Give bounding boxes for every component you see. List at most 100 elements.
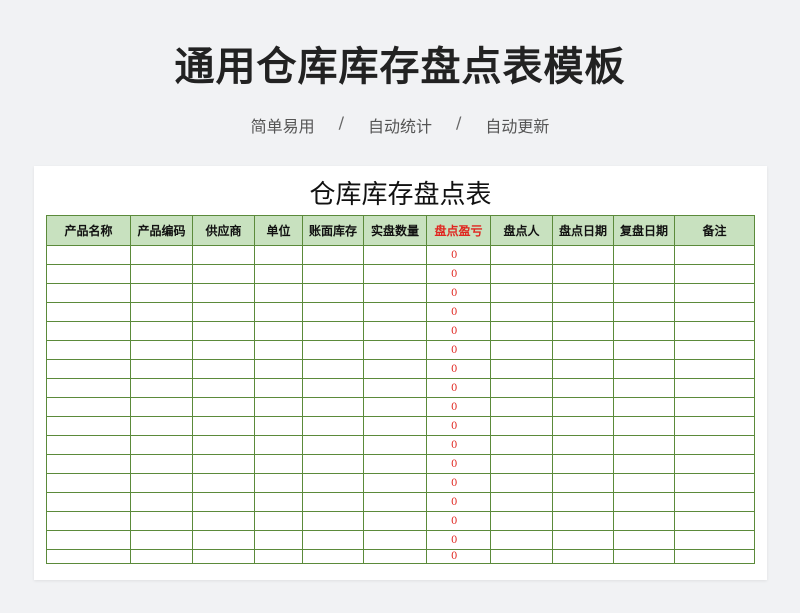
table-cell[interactable] [674, 416, 755, 436]
table-cell[interactable] [130, 397, 193, 417]
profit-loss-cell[interactable]: 0 [426, 397, 491, 417]
table-cell[interactable] [302, 283, 364, 303]
table-cell[interactable] [674, 245, 755, 265]
table-cell[interactable] [674, 492, 755, 512]
table-cell[interactable] [130, 302, 193, 322]
table-cell[interactable] [254, 359, 303, 379]
table-cell[interactable] [490, 530, 553, 550]
table-cell[interactable] [363, 435, 427, 455]
table-cell[interactable] [613, 321, 675, 341]
table-cell[interactable] [302, 435, 364, 455]
table-cell[interactable] [552, 435, 614, 455]
table-cell[interactable] [552, 321, 614, 341]
table-cell[interactable] [613, 378, 675, 398]
table-cell[interactable] [254, 321, 303, 341]
table-cell[interactable] [552, 359, 614, 379]
table-cell[interactable] [254, 397, 303, 417]
table-cell[interactable] [674, 264, 755, 284]
table-cell[interactable] [552, 378, 614, 398]
table-cell[interactable] [130, 264, 193, 284]
table-cell[interactable] [613, 359, 675, 379]
table-cell[interactable] [613, 245, 675, 265]
profit-loss-cell[interactable]: 0 [426, 454, 491, 474]
table-cell[interactable] [254, 454, 303, 474]
table-cell[interactable] [302, 511, 364, 531]
table-cell[interactable] [363, 321, 427, 341]
table-cell[interactable] [46, 435, 131, 455]
table-cell[interactable] [130, 340, 193, 360]
table-cell[interactable] [192, 359, 255, 379]
table-cell[interactable] [363, 302, 427, 322]
table-cell[interactable] [552, 511, 614, 531]
table-cell[interactable] [613, 435, 675, 455]
profit-loss-cell[interactable]: 0 [426, 435, 491, 455]
table-cell[interactable] [302, 264, 364, 284]
table-cell[interactable] [490, 397, 553, 417]
table-cell[interactable] [552, 302, 614, 322]
table-cell[interactable] [552, 340, 614, 360]
table-cell[interactable] [302, 416, 364, 436]
table-cell[interactable] [46, 359, 131, 379]
profit-loss-cell[interactable]: 0 [426, 245, 491, 265]
profit-loss-cell[interactable]: 0 [426, 264, 491, 284]
table-cell[interactable] [192, 549, 255, 564]
table-cell[interactable] [490, 511, 553, 531]
table-cell[interactable] [192, 397, 255, 417]
table-cell[interactable] [192, 416, 255, 436]
table-cell[interactable] [490, 302, 553, 322]
table-cell[interactable] [674, 340, 755, 360]
table-cell[interactable] [490, 264, 553, 284]
table-cell[interactable] [674, 321, 755, 341]
table-cell[interactable] [363, 378, 427, 398]
table-cell[interactable] [490, 321, 553, 341]
table-cell[interactable] [363, 549, 427, 564]
table-cell[interactable] [46, 473, 131, 493]
table-cell[interactable] [490, 492, 553, 512]
table-cell[interactable] [613, 530, 675, 550]
table-cell[interactable] [552, 492, 614, 512]
table-cell[interactable] [130, 511, 193, 531]
profit-loss-cell[interactable]: 0 [426, 340, 491, 360]
table-cell[interactable] [552, 454, 614, 474]
table-cell[interactable] [302, 302, 364, 322]
table-cell[interactable] [674, 549, 755, 564]
table-cell[interactable] [46, 264, 131, 284]
table-cell[interactable] [254, 549, 303, 564]
table-cell[interactable] [302, 492, 364, 512]
profit-loss-cell[interactable]: 0 [426, 549, 491, 564]
table-cell[interactable] [613, 454, 675, 474]
table-cell[interactable] [130, 492, 193, 512]
table-cell[interactable] [192, 492, 255, 512]
table-cell[interactable] [192, 264, 255, 284]
table-cell[interactable] [254, 264, 303, 284]
profit-loss-cell[interactable]: 0 [426, 492, 491, 512]
table-cell[interactable] [254, 473, 303, 493]
table-cell[interactable] [490, 378, 553, 398]
table-cell[interactable] [613, 492, 675, 512]
table-cell[interactable] [192, 245, 255, 265]
table-cell[interactable] [192, 283, 255, 303]
table-cell[interactable] [363, 511, 427, 531]
table-cell[interactable] [130, 530, 193, 550]
table-cell[interactable] [46, 378, 131, 398]
profit-loss-cell[interactable]: 0 [426, 530, 491, 550]
table-cell[interactable] [490, 283, 553, 303]
table-cell[interactable] [363, 245, 427, 265]
table-cell[interactable] [674, 473, 755, 493]
table-cell[interactable] [613, 416, 675, 436]
table-cell[interactable] [363, 530, 427, 550]
table-cell[interactable] [613, 473, 675, 493]
table-cell[interactable] [46, 530, 131, 550]
table-cell[interactable] [46, 511, 131, 531]
profit-loss-cell[interactable]: 0 [426, 378, 491, 398]
table-cell[interactable] [302, 340, 364, 360]
profit-loss-cell[interactable]: 0 [426, 511, 491, 531]
table-cell[interactable] [490, 549, 553, 564]
table-cell[interactable] [46, 340, 131, 360]
table-cell[interactable] [302, 549, 364, 564]
table-cell[interactable] [302, 245, 364, 265]
profit-loss-cell[interactable]: 0 [426, 283, 491, 303]
table-cell[interactable] [46, 397, 131, 417]
table-cell[interactable] [363, 454, 427, 474]
table-cell[interactable] [552, 549, 614, 564]
